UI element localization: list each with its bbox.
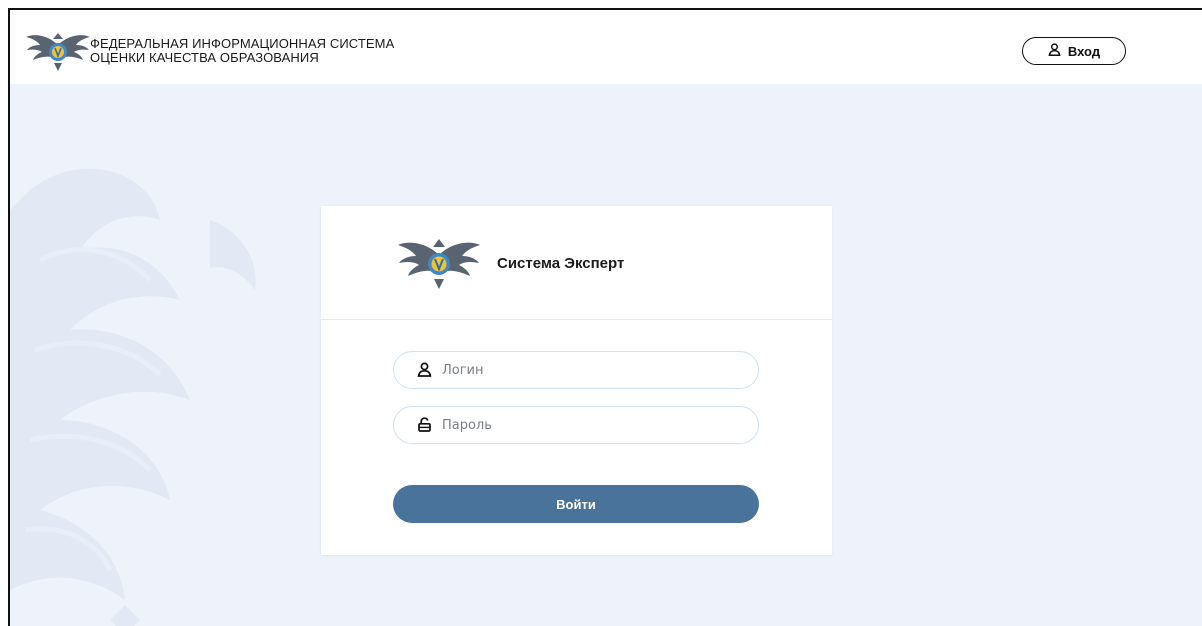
top-header: ФЕДЕРАЛЬНАЯ ИНФОРМАЦИОННАЯ СИСТЕМА ОЦЕНК… [10,10,1202,84]
submit-login-button[interactable]: Войти [393,485,759,523]
user-icon [417,362,432,377]
login-card-header: Система Эксперт [321,206,832,320]
system-title: Система Эксперт [497,255,625,272]
login-field[interactable] [393,351,759,389]
site-title-line2: ОЦЕНКИ КАЧЕСТВА ОБРАЗОВАНИЯ [90,50,319,65]
login-card: Система Эксперт Войти [321,206,832,555]
background-eagle-watermark [10,150,300,626]
site-title: ФЕДЕРАЛЬНАЯ ИНФОРМАЦИОННАЯ СИСТЕМА ОЦЕНК… [90,37,394,65]
user-icon [1048,43,1061,59]
site-title-line1: ФЕДЕРАЛЬНАЯ ИНФОРМАЦИОННАЯ СИСТЕМА [90,36,395,51]
login-input[interactable] [442,352,742,388]
lock-icon [417,417,432,432]
header-login-button[interactable]: Вход [1022,37,1126,65]
header-login-label: Вход [1067,43,1101,59]
eagle-emblem-icon [24,27,92,71]
password-field[interactable] [393,406,759,444]
eagle-emblem-icon [396,233,482,289]
password-input[interactable] [442,407,742,443]
page-frame: ФЕДЕРАЛЬНАЯ ИНФОРМАЦИОННАЯ СИСТЕМА ОЦЕНК… [8,8,1202,626]
